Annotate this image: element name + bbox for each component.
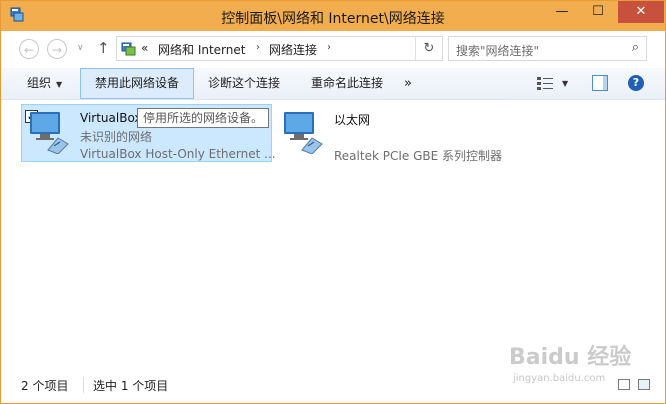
search-icon[interactable]: ⌕ (632, 40, 639, 55)
connection-name: VirtualBox (80, 111, 142, 125)
large-icons-view-icon[interactable] (638, 379, 650, 390)
preview-pane-icon[interactable] (592, 75, 608, 91)
item-count: 2 个项目 (21, 379, 69, 393)
watermark-logo: Baidu 经验 (509, 345, 632, 370)
details-view-icon[interactable] (618, 379, 630, 390)
more-commands-button[interactable]: » (404, 68, 412, 99)
refresh-icon[interactable]: ↻ (415, 37, 442, 60)
up-icon[interactable]: ↑ (97, 39, 110, 57)
maximize-button[interactable]: ☐ (578, 1, 618, 23)
connections-list: ✓ VirtualBox 未识别的网络 VirtualBox Host-Only… (1, 100, 665, 368)
selected-count: 选中 1 个项目 (93, 379, 169, 393)
help-icon[interactable]: ? (628, 75, 644, 91)
chevron-down-icon: ▼ (56, 80, 63, 89)
recent-locations-icon[interactable]: ∨ (77, 43, 84, 53)
explorer-window: 控制面板\网络和 Internet\网络连接 — ☐ ✕ ← → ∨ ↑ « 网… (0, 0, 666, 404)
search-input[interactable]: 搜索"网络连接" (456, 42, 539, 59)
minimize-button[interactable]: — (542, 1, 582, 23)
status-divider (83, 377, 84, 393)
connection-name: 以太网 (334, 113, 371, 127)
address-overflow[interactable]: « (141, 41, 148, 55)
search-box[interactable]: 搜索"网络连接" ⌕ (448, 36, 647, 61)
network-adapter-icon (30, 112, 69, 154)
diagnose-button[interactable]: 诊断这个连接 (208, 68, 280, 99)
breadcrumb-network-internet[interactable]: 网络和 Internet (158, 41, 245, 58)
connection-device: Realtek PCIe GBE 系列控制器 (334, 149, 503, 163)
organize-menu[interactable]: 组织 ▼ (27, 68, 62, 99)
disable-device-button[interactable]: 禁用此网络设备 (80, 68, 194, 99)
back-icon[interactable]: ← (19, 39, 39, 59)
rename-button[interactable]: 重命名此连接 (311, 68, 383, 99)
watermark-url: jingyan.baidu.com (513, 373, 606, 384)
command-bar: 组织 ▼ 禁用此网络设备 诊断这个连接 重命名此连接 » ▼ ? (1, 68, 665, 100)
title-bar[interactable]: 控制面板\网络和 Internet\网络连接 — ☐ ✕ (1, 1, 665, 31)
forward-icon[interactable]: → (47, 39, 67, 59)
navigation-bar: ← → ∨ ↑ « 网络和 Internet › 网络连接 › ↻ 搜索"网络连… (1, 31, 665, 68)
breadcrumb-network-connections[interactable]: 网络连接 (269, 41, 317, 58)
tooltip: 停用所选的网络设备。 (137, 108, 270, 128)
breadcrumb-separator[interactable]: › (256, 42, 260, 53)
breadcrumb-separator[interactable]: › (327, 42, 331, 53)
organize-label: 组织 (27, 76, 52, 90)
view-options-chevron-icon[interactable]: ▼ (562, 79, 568, 88)
network-folder-icon (121, 42, 136, 56)
network-adapter-icon (284, 112, 323, 154)
change-view-icon[interactable] (537, 77, 553, 90)
close-button[interactable]: ✕ (618, 1, 664, 23)
connection-status: 未识别的网络 (80, 130, 153, 144)
connection-device: VirtualBox Host-Only Ethernet ... (80, 147, 276, 161)
address-bar[interactable]: « 网络和 Internet › 网络连接 › ↻ (116, 36, 443, 61)
